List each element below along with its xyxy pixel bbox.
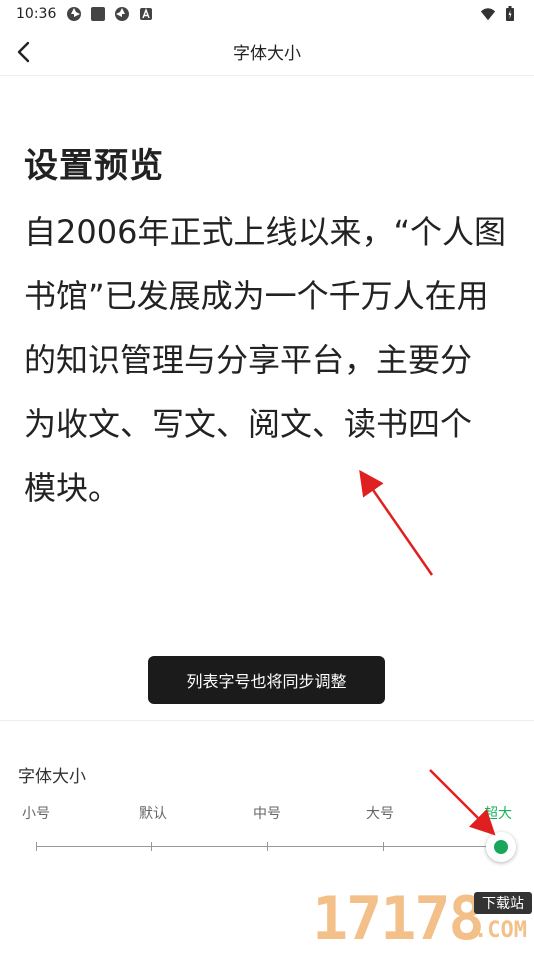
status-bar: 10:36 [0, 0, 534, 28]
font-size-slider-thumb[interactable] [486, 832, 516, 862]
chevron-left-icon [17, 41, 30, 63]
page-title: 字体大小 [233, 44, 301, 64]
size-option-small[interactable]: 小号 [22, 803, 50, 823]
status-time: 10:36 [16, 6, 57, 22]
font-size-slider-track[interactable] [36, 846, 500, 847]
size-option-extra-large[interactable]: 超大 [484, 803, 512, 823]
preview-title: 设置预览 [24, 146, 164, 186]
size-option-default[interactable]: 默认 [139, 803, 167, 823]
preview-line: 书馆”已发展成为一个千万人在用 [24, 277, 489, 315]
toast-message: 列表字号也将同步调整 [148, 656, 385, 704]
preview-text: 自2006年正式上线以来，“个人图 书馆”已发展成为一个千万人在用 的知识管理与… [24, 200, 516, 520]
slider-thumb-dot [494, 840, 508, 854]
nav-bar: 字体大小 [0, 28, 534, 76]
font-size-options: 小号 默认 中号 大号 超大 [0, 803, 534, 823]
watermark-tag: 下载站 [474, 892, 532, 914]
size-option-medium[interactable]: 中号 [253, 803, 281, 823]
battery-icon [502, 6, 518, 22]
aperture-icon [114, 6, 130, 22]
slider-tick [36, 842, 37, 851]
preview-line: 的知识管理与分享平台，主要分 [24, 341, 473, 379]
slider-tick [151, 842, 152, 851]
status-system-icons [480, 6, 518, 22]
watermark-digits: 17178 [312, 884, 485, 954]
preview-line: 为收文、写文、阅文、读书四个 [24, 405, 473, 443]
preview-line: 自2006年正式上线以来，“个人图 [24, 213, 507, 251]
site-watermark-logo: 17178 下载站 .COM [312, 884, 534, 954]
wifi-icon [480, 6, 496, 22]
size-option-large[interactable]: 大号 [366, 803, 394, 823]
slider-tick [383, 842, 384, 851]
aperture-icon [66, 6, 82, 22]
preview-line: 模块。 [24, 469, 121, 507]
slider-tick [267, 842, 268, 851]
app-square-icon [90, 6, 106, 22]
divider [0, 720, 534, 721]
font-size-label: 字体大小 [18, 767, 86, 787]
status-notification-icons [66, 6, 154, 22]
a-badge-icon [138, 6, 154, 22]
watermark-domain: .COM [474, 918, 527, 943]
back-button[interactable] [10, 38, 38, 66]
